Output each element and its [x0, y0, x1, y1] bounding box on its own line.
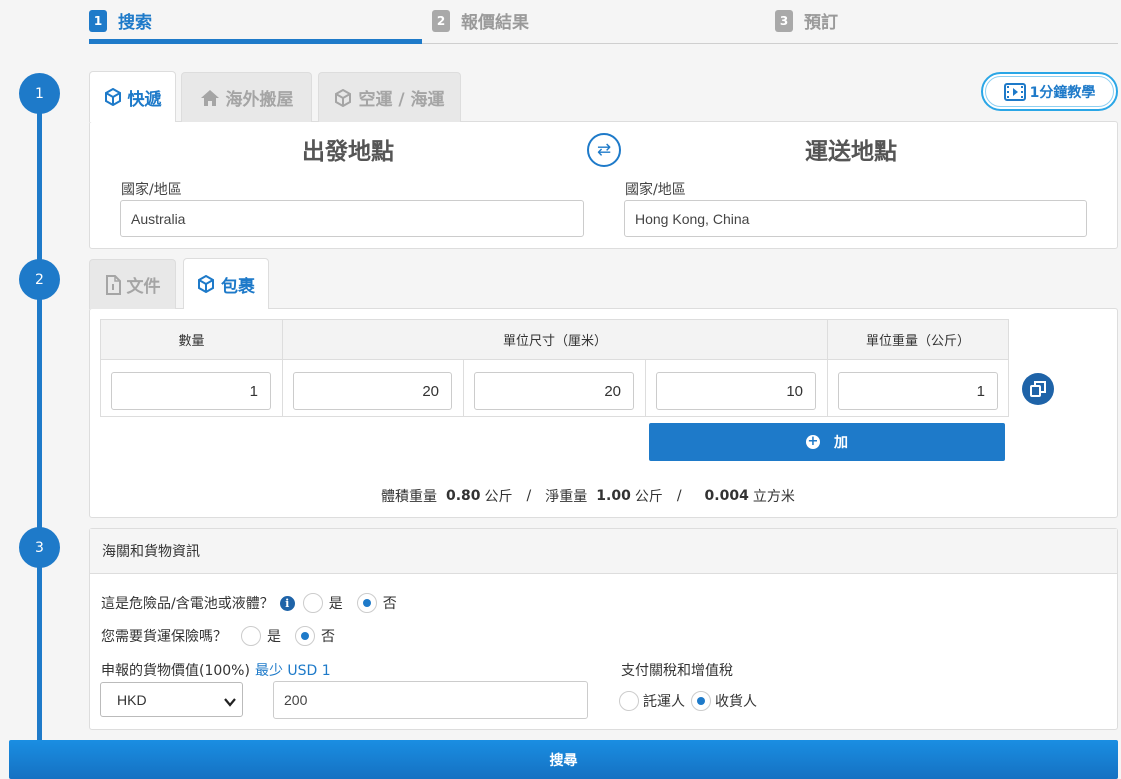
no-label: 否 [382, 596, 397, 612]
step-search: 1 搜索 [89, 8, 152, 33]
chevron-down-icon [224, 694, 236, 710]
step-number: 1 [89, 9, 107, 32]
tab-parcel[interactable]: 包裹 [183, 258, 269, 309]
currency-value: HKD [117, 691, 147, 708]
box-icon [197, 275, 215, 293]
step-number: 2 [432, 9, 450, 32]
origin-title: 出發地點 [302, 139, 394, 165]
copy-icon [1029, 380, 1047, 398]
swap-icon: ⇄ [596, 140, 612, 160]
section-number-3: 3 [19, 527, 60, 568]
duty-label: 支付關稅和增值稅 [621, 663, 733, 679]
minimum-value-hint: 最少 USD 1 [254, 663, 331, 679]
origin-country-label: 國家/地區 [121, 182, 182, 198]
home-icon [200, 89, 220, 107]
volume-value: 0.004 [704, 488, 749, 504]
net-weight-label: 淨重量 [545, 489, 588, 505]
weight-summary: 體積重量 0.80 公斤 / 淨重量 1.00 公斤 / 0.004 立方米 [381, 486, 795, 506]
step-label: 預訂 [804, 13, 838, 33]
currency-select[interactable]: HKD [100, 682, 243, 717]
tab-label: 文件 [126, 277, 161, 297]
tutorial-label: 1分鐘教學 [1029, 84, 1096, 101]
step-label: 報價結果 [461, 13, 529, 33]
step-label: 搜索 [118, 13, 152, 33]
insurance-yes-radio[interactable] [241, 626, 261, 646]
section-number-2: 2 [19, 259, 60, 300]
add-package-button[interactable]: + 加 [649, 423, 1005, 461]
search-button[interactable]: 搜尋 [9, 740, 1118, 779]
tutorial-video-button[interactable]: 1分鐘教學 [981, 72, 1118, 111]
volumetric-weight-value: 0.80 [446, 488, 481, 504]
timeline-line [37, 94, 42, 754]
separator: / [676, 488, 682, 504]
tab-label: 空運 / 海運 [358, 90, 445, 110]
tab-express[interactable]: 快遞 [89, 71, 176, 122]
duplicate-row-button[interactable] [1022, 373, 1054, 405]
volume-unit: 立方米 [752, 489, 795, 505]
shipper-radio[interactable] [619, 691, 639, 711]
origin-country-input[interactable]: Australia [120, 200, 584, 237]
weight-input[interactable]: 1 [838, 372, 998, 410]
destination-country-label: 國家/地區 [625, 182, 686, 198]
step-progress: 1 搜索 2 報價結果 3 預訂 [89, 0, 1118, 44]
tab-documents[interactable]: 文件 [89, 259, 176, 309]
tab-air-sea[interactable]: 空運 / 海運 [318, 72, 461, 122]
tab-label: 快遞 [127, 89, 162, 110]
customs-header: 海關和貨物資訊 [90, 529, 1117, 574]
no-label: 否 [321, 629, 335, 645]
box-icon [104, 88, 122, 106]
dangerous-goods-label: 這是危險品/含電池或液體？ [101, 596, 274, 612]
film-icon [1003, 82, 1026, 101]
quantity-input[interactable]: 1 [111, 372, 271, 410]
document-icon [105, 274, 121, 295]
shipper-label: 託運人 [643, 694, 685, 710]
volumetric-weight-unit: 公斤 [484, 489, 513, 505]
width-input[interactable]: 20 [474, 372, 634, 410]
insurance-question: 您需要貨運保險嗎？ 是 否 [101, 626, 335, 646]
declared-value-input[interactable]: 200 [273, 681, 588, 719]
net-weight-value: 1.00 [596, 488, 631, 504]
declared-value-label-row: 申報的貨物價值(100%) 最少 USD 1 [101, 660, 331, 680]
height-input[interactable]: 10 [656, 372, 816, 410]
step-active-bar [89, 39, 422, 44]
info-icon[interactable]: i [279, 595, 295, 611]
net-weight-unit: 公斤 [634, 489, 663, 505]
section-number-1: 1 [19, 73, 60, 114]
destination-country-input[interactable]: Hong Kong, China [624, 200, 1087, 237]
dangerous-goods-question: 這是危險品/含電池或液體？ i 是 否 [101, 593, 397, 613]
duty-payer-options: 託運人 收貨人 [611, 691, 757, 711]
declared-value-label: 申報的貨物價值(100%) [101, 663, 250, 679]
dimensions-header: 單位尺寸（厘米） [282, 319, 828, 360]
destination-title: 運送地點 [805, 139, 897, 165]
yes-label: 是 [328, 596, 343, 612]
volumetric-weight-label: 體積重量 [381, 489, 437, 505]
quantity-header: 數量 [100, 319, 283, 360]
tab-label: 海外搬屋 [225, 90, 294, 110]
dangerous-no-radio[interactable] [356, 593, 377, 613]
add-label: 加 [834, 435, 848, 451]
yes-label: 是 [267, 629, 281, 645]
dangerous-yes-radio[interactable] [302, 593, 323, 613]
insurance-no-radio[interactable] [295, 626, 315, 646]
swap-locations-button[interactable]: ⇄ [587, 133, 621, 167]
consignee-label: 收貨人 [715, 694, 757, 710]
weight-header: 單位重量（公斤） [827, 319, 1009, 360]
length-input[interactable]: 20 [293, 372, 452, 410]
insurance-label: 您需要貨運保險嗎？ [101, 629, 227, 645]
tab-overseas-moving[interactable]: 海外搬屋 [181, 72, 312, 122]
separator: / [526, 488, 532, 504]
step-number: 3 [775, 9, 793, 32]
step-quote-results: 2 報價結果 [432, 8, 529, 33]
step-booking: 3 預訂 [775, 8, 838, 33]
plus-icon: + [806, 434, 820, 449]
tab-label: 包裹 [221, 276, 255, 297]
consignee-radio[interactable] [691, 691, 711, 711]
box-icon [334, 88, 352, 107]
